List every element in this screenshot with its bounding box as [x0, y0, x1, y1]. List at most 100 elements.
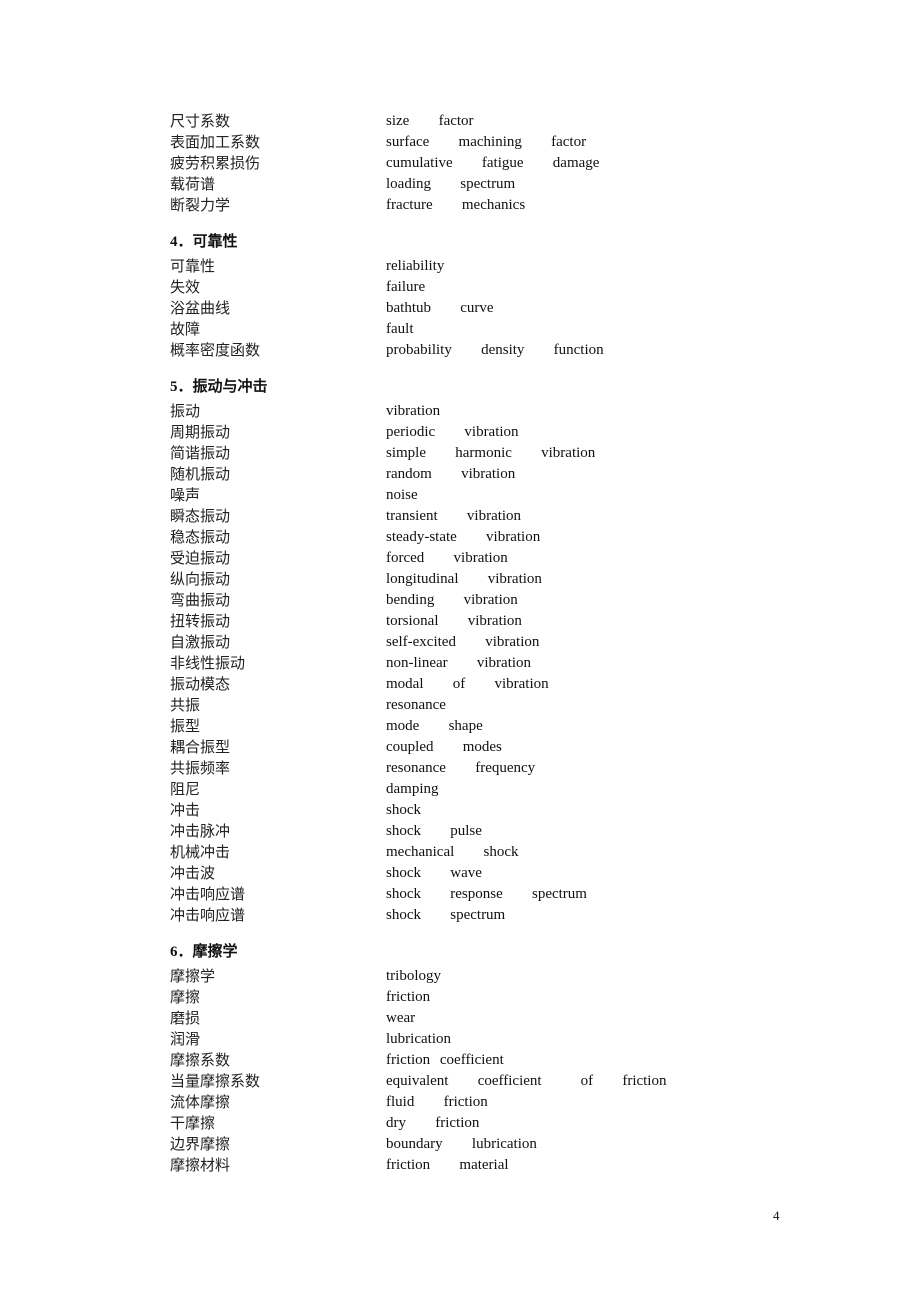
glossary-row: 摩擦材料 friction material — [170, 1155, 770, 1176]
english-term: torsional vibration — [386, 613, 522, 629]
chinese-term: 摩擦材料 — [170, 1156, 231, 1174]
section-title: 摩擦学 — [192, 942, 238, 960]
chinese-term: 机械冲击 — [170, 843, 231, 861]
english-term: dry friction — [386, 1115, 480, 1131]
glossary-content: 尺寸系数 size factor 表面加工系数 surface machining f… — [170, 111, 770, 1176]
english-term: friction material — [386, 1157, 509, 1173]
chinese-term: 弯曲振动 — [170, 591, 231, 609]
glossary-row: 当量摩擦系数 equivalent coefficient of friction — [170, 1071, 770, 1092]
glossary-row: 冲击 shock — [170, 800, 770, 821]
chinese-term: 冲击响应谱 — [170, 885, 246, 903]
chinese-term: 冲击 — [170, 801, 201, 819]
glossary-row: 振动模态 modal of vibration — [170, 674, 770, 695]
chinese-term: 疲劳积累损伤 — [170, 154, 261, 172]
chinese-term: 边界摩擦 — [170, 1135, 231, 1153]
english-term: shock — [386, 802, 421, 818]
english-term: probability density function — [386, 342, 604, 358]
english-term: fracture mechanics — [386, 197, 526, 213]
section-number: 6． — [170, 944, 193, 960]
section-heading: 6．摩擦学 — [170, 936, 770, 966]
english-term: longitudinal vibration — [386, 571, 542, 587]
section-title: 可靠性 — [192, 232, 238, 250]
glossary-row: 摩擦学 tribology — [170, 966, 770, 987]
english-term: friction coefficient — [386, 1052, 504, 1068]
chinese-term: 冲击响应谱 — [170, 906, 246, 924]
glossary-row: 边界摩擦 boundary lubrication — [170, 1134, 770, 1155]
chinese-term: 尺寸系数 — [170, 112, 231, 130]
glossary-row: 振型 mode shape — [170, 716, 770, 737]
glossary-row: 浴盆曲线 bathtub curve — [170, 298, 770, 319]
glossary-row: 流体摩擦 fluid friction — [170, 1092, 770, 1113]
english-term: equivalent coefficient of friction — [386, 1073, 667, 1089]
chinese-term: 简谐振动 — [170, 444, 231, 462]
glossary-row: 非线性振动 non-linear vibration — [170, 653, 770, 674]
glossary-row: 摩擦 friction — [170, 987, 770, 1008]
glossary-row: 磨损 wear — [170, 1008, 770, 1029]
glossary-row: 冲击响应谱 shock spectrum — [170, 905, 770, 926]
chinese-term: 共振 — [170, 696, 201, 714]
english-term: resonance frequency — [386, 760, 536, 776]
chinese-term: 周期振动 — [170, 423, 231, 441]
glossary-row: 弯曲振动 bending vibration — [170, 590, 770, 611]
glossary-row: 扭转振动 torsional vibration — [170, 611, 770, 632]
english-term: cumulative fatigue damage — [386, 155, 600, 171]
glossary-row: 耦合振型 coupled modes — [170, 737, 770, 758]
glossary-row: 可靠性 reliability — [170, 256, 770, 277]
chinese-term: 稳态振动 — [170, 528, 231, 546]
english-term: damping — [386, 781, 439, 797]
english-term: fault — [386, 321, 414, 337]
english-term: mechanical shock — [386, 844, 519, 860]
glossary-row: 载荷谱 loading spectrum — [170, 174, 770, 195]
chinese-term: 载荷谱 — [170, 175, 216, 193]
chinese-term: 随机振动 — [170, 465, 231, 483]
glossary-row: 纵向振动 longitudinal vibration — [170, 569, 770, 590]
glossary-row: 瞬态振动 transient vibration — [170, 506, 770, 527]
glossary-row: 冲击响应谱 shock response spectrum — [170, 884, 770, 905]
chinese-term: 非线性振动 — [170, 654, 246, 672]
chinese-term: 表面加工系数 — [170, 133, 261, 151]
english-term: boundary lubrication — [386, 1136, 537, 1152]
english-term: shock response spectrum — [386, 886, 587, 902]
chinese-term: 流体摩擦 — [170, 1093, 231, 1111]
glossary-row: 冲击脉冲 shock pulse — [170, 821, 770, 842]
english-term: coupled modes — [386, 739, 502, 755]
english-term: shock wave — [386, 865, 482, 881]
english-term: forced vibration — [386, 550, 508, 566]
chinese-term: 受迫振动 — [170, 549, 231, 567]
chinese-term: 摩擦 — [170, 988, 201, 1006]
chinese-term: 摩擦学 — [170, 967, 216, 985]
glossary-row: 简谐振动 simple harmonic vibration — [170, 443, 770, 464]
glossary-row: 表面加工系数 surface machining factor — [170, 132, 770, 153]
english-term: reliability — [386, 258, 445, 274]
english-term: periodic vibration — [386, 424, 519, 440]
section-number: 4． — [170, 234, 193, 250]
glossary-row: 断裂力学 fracture mechanics — [170, 195, 770, 216]
chinese-term: 冲击脉冲 — [170, 822, 231, 840]
chinese-term: 当量摩擦系数 — [170, 1072, 261, 1090]
english-term: simple harmonic vibration — [386, 445, 596, 461]
english-term: size factor — [386, 113, 474, 129]
page-number: 4 — [773, 1208, 780, 1223]
chinese-term: 振型 — [170, 717, 201, 735]
chinese-term: 概率密度函数 — [170, 341, 261, 359]
glossary-row: 尺寸系数 size factor — [170, 111, 770, 132]
glossary-row: 周期振动 periodic vibration — [170, 422, 770, 443]
chinese-term: 共振频率 — [170, 759, 231, 777]
english-term: lubrication — [386, 1031, 451, 1047]
chinese-term: 干摩擦 — [170, 1114, 216, 1132]
glossary-row: 摩擦系数 friction coefficient — [170, 1050, 770, 1071]
chinese-term: 纵向振动 — [170, 570, 231, 588]
chinese-term: 阻尼 — [170, 780, 201, 798]
glossary-row: 自激振动 self-excited vibration — [170, 632, 770, 653]
chinese-term: 冲击波 — [170, 864, 216, 882]
glossary-row: 阻尼 damping — [170, 779, 770, 800]
glossary-row: 疲劳积累损伤 cumulative fatigue damage — [170, 153, 770, 174]
section-heading: 5．振动与冲击 — [170, 371, 770, 401]
chinese-term: 浴盆曲线 — [170, 299, 231, 317]
section-heading: 4．可靠性 — [170, 226, 770, 256]
english-term: tribology — [386, 968, 441, 984]
glossary-row: 概率密度函数 probability density function — [170, 340, 770, 361]
english-term: fluid friction — [386, 1094, 488, 1110]
